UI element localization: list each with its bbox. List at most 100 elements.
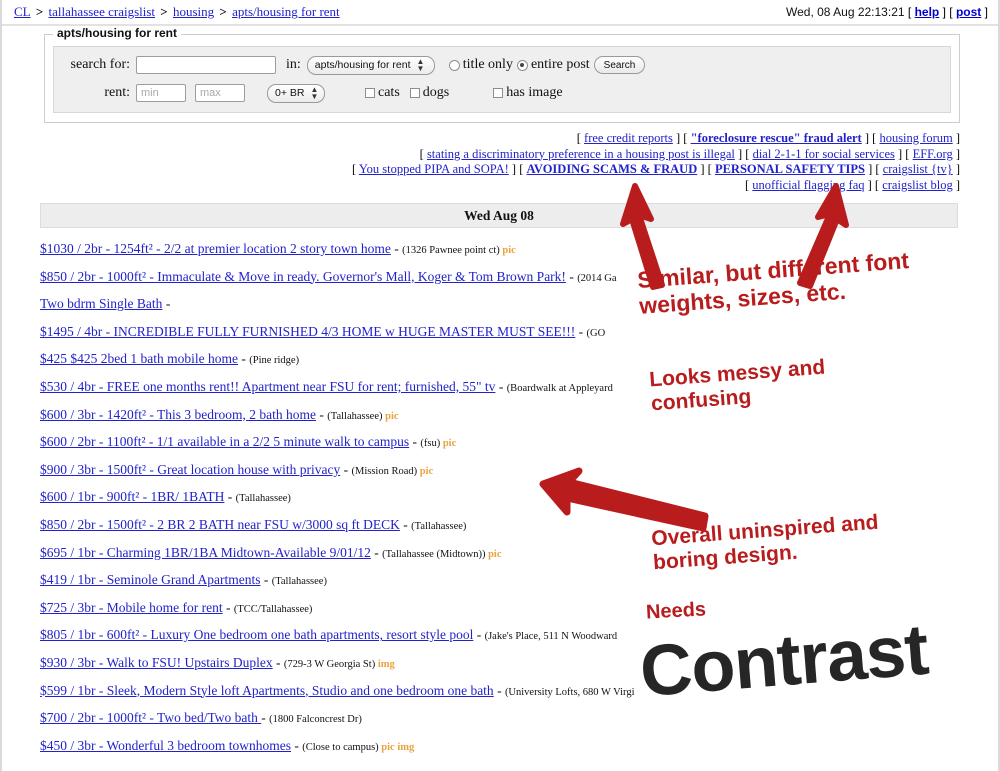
listing-media-tag: pic (417, 465, 434, 477)
bedrooms-select[interactable]: 0+ BR ▲ ▼ (267, 83, 325, 103)
date-header-label: Wed Aug 08 (464, 207, 534, 223)
listing-row: $530 / 4br - FREE one months rent!! Apar… (40, 379, 998, 407)
bracket-open: [ (707, 162, 715, 176)
info-link-3-1[interactable]: craigslist blog (882, 178, 952, 192)
breadcrumb-item-0[interactable]: CL (14, 4, 31, 19)
listing-title-link[interactable]: $930 / 3br - Walk to FSU! Upstairs Duple… (40, 655, 273, 670)
info-link-0-2[interactable]: housing forum (879, 131, 952, 145)
info-link-0-1[interactable]: "foreclosure rescue" fraud alert (691, 131, 862, 145)
checkbox-icon (493, 88, 504, 98)
listing-title-link[interactable]: $600 / 3br - 1420ft² - This 3 bedroom, 2… (40, 407, 316, 422)
checkbox-icon (365, 88, 375, 98)
rent-label: rent: (104, 85, 130, 100)
listing-neighborhood: (Boardwalk at Appleyard (506, 382, 613, 394)
checkbox-icon (409, 88, 420, 98)
rent-max-input[interactable]: max (195, 84, 245, 102)
info-links-row-1: [ stating a discriminatory preference in… (2, 147, 960, 163)
listing-neighborhood: (Tallahassee) (235, 493, 291, 505)
breadcrumb-item-1[interactable]: tallahassee craigslist (49, 4, 156, 19)
bracket-close: ] (952, 162, 960, 176)
header-right: Wed, 08 Aug 22:13:21 [ help ] [ post ] (786, 5, 988, 19)
listing-neighborhood: (Tallahassee) (271, 576, 327, 588)
info-link-1-1[interactable]: dial 2-1-1 for social services (753, 147, 895, 161)
listing-title-link[interactable]: $1030 / 2br - 1254ft² - 2/2 at premier l… (40, 241, 391, 256)
listing-title-link[interactable]: $530 / 4br - FREE one months rent!! Apar… (40, 379, 495, 394)
listing-title-link[interactable]: $600 / 2br - 1100ft² - 1/1 available in … (40, 434, 409, 449)
bracket-close: ] (984, 5, 988, 19)
bracket-close: ] (672, 131, 684, 145)
bracket-open: [ (875, 162, 883, 176)
search-inner-box: search for: in: apts/housing for rent ▲ ▼… (53, 46, 951, 113)
listing-media-tag: pic (440, 438, 457, 450)
top-bar: CL > tallahassee craigslist > housing > … (2, 0, 998, 26)
info-link-0-0[interactable]: free credit reports (584, 131, 673, 145)
info-links-row-2: [ You stopped PIPA and SOPA! ] [ AVOIDIN… (2, 162, 960, 178)
info-link-2-3[interactable]: craigslist {tv} (883, 162, 953, 176)
bracket-open: [ (949, 5, 953, 19)
listing-dash: - (495, 378, 507, 394)
listing-title-link[interactable]: $1495 / 4br - INCREDIBLE FULLY FURNISHED… (40, 324, 575, 339)
listing-title-link[interactable]: $725 / 3br - Mobile home for rent (40, 600, 223, 615)
listing-row: $600 / 1br - 900ft² - 1BR/ 1BATH - (Tall… (40, 489, 998, 517)
listing-neighborhood: (University Lofts, 680 W Virgi (504, 686, 635, 698)
breadcrumb-separator: > (157, 4, 171, 19)
listing-dash: - (370, 544, 383, 560)
listing-title-link[interactable]: Two bdrm Single Bath (40, 296, 162, 311)
breadcrumb-item-2[interactable]: housing (173, 4, 214, 19)
listing-title-link[interactable]: $695 / 1br - Charming 1BR/1BA Midtown-Av… (40, 545, 371, 560)
title-only-label: title only (462, 57, 513, 72)
rent-min-placeholder: min (141, 87, 159, 99)
listing-dash: - (340, 461, 352, 477)
info-links-row-0: [ free credit reports ] [ "foreclosure r… (2, 131, 960, 147)
listing-title-link[interactable]: $450 / 3br - Wonderful 3 bedroom townhom… (40, 738, 291, 753)
info-link-1-2[interactable]: EFF.org (913, 147, 953, 161)
listing-dash: - (316, 406, 328, 422)
listing-title-link[interactable]: $600 / 1br - 900ft² - 1BR/ 1BATH (40, 489, 224, 504)
post-link[interactable]: post (956, 5, 981, 19)
listing-title-link[interactable]: $900 / 3br - 1500ft² - Great location ho… (40, 462, 340, 477)
listings-container: $1030 / 2br - 1254ft² - 2/2 at premier l… (2, 228, 998, 765)
bracket-close: ] (734, 146, 746, 161)
entire-post-label: entire post (530, 57, 590, 72)
radio-selected-icon (516, 59, 528, 71)
rent-min-input[interactable]: min (136, 84, 186, 102)
search-button[interactable]: Search (593, 56, 646, 74)
listing-neighborhood: (Mission Road) (351, 465, 418, 477)
search-row-primary: search for: in: apts/housing for rent ▲ ▼… (62, 54, 942, 76)
info-link-2-1[interactable]: AVOIDING SCAMS & FRAUD (527, 162, 698, 176)
listing-row: $1495 / 4br - INCREDIBLE FULLY FURNISHED… (40, 324, 998, 352)
breadcrumb-separator: > (32, 4, 47, 19)
listing-neighborhood: (Jake's Place, 511 N Woodward (484, 631, 618, 643)
listing-title-link[interactable]: $599 / 1br - Sleek, Modern Style loft Ap… (40, 683, 494, 698)
cats-checkbox[interactable]: cats (365, 85, 400, 101)
listing-title-link[interactable]: $805 / 1br - 600ft² - Luxury One bedroom… (40, 627, 473, 642)
bracket-close: ] (952, 146, 960, 161)
listing-dash: - (260, 572, 272, 588)
has-image-checkbox[interactable]: has image (493, 85, 563, 101)
search-button-label: Search (603, 59, 636, 71)
dogs-label: dogs (422, 85, 450, 100)
info-link-2-2[interactable]: PERSONAL SAFETY TIPS (715, 162, 865, 176)
listing-row: $805 / 1br - 600ft² - Luxury One bedroom… (40, 627, 998, 655)
listing-title-link[interactable]: $850 / 2br - 1500ft² - 2 BR 2 BATH near … (40, 517, 400, 532)
info-link-2-0[interactable]: You stopped PIPA and SOPA! (359, 162, 509, 176)
search-input[interactable] (136, 56, 276, 74)
help-link[interactable]: help (915, 5, 940, 19)
breadcrumb-item-3[interactable]: apts/housing for rent (232, 4, 340, 19)
annotation-arrow-up-right (797, 183, 849, 289)
listing-title-link[interactable]: $700 / 2br - 1000ft² - Two bed/Two bath (40, 710, 261, 725)
category-select[interactable]: apts/housing for rent ▲ ▼ (306, 55, 435, 75)
listing-title-link[interactable]: $850 / 2br - 1000ft² - Immaculate & Move… (40, 269, 566, 284)
bracket-close: ] (508, 162, 520, 176)
listing-title-link[interactable]: $419 / 1br - Seminole Grand Apartments (40, 572, 260, 587)
listing-title-link[interactable]: $425 $425 2bed 1 bath mobile home (40, 351, 238, 366)
bracket-close: ] (942, 5, 946, 19)
entire-post-radio[interactable]: entire post (516, 57, 590, 73)
info-link-1-0[interactable]: stating a discriminatory preference in a… (427, 147, 735, 161)
listing-dash: - (493, 682, 505, 698)
bracket-close: ] (894, 146, 906, 161)
dogs-checkbox[interactable]: dogs (409, 85, 450, 101)
title-only-radio[interactable]: title only (448, 57, 513, 73)
listing-dash: - (224, 489, 236, 505)
listing-media-tag: img (375, 658, 395, 670)
